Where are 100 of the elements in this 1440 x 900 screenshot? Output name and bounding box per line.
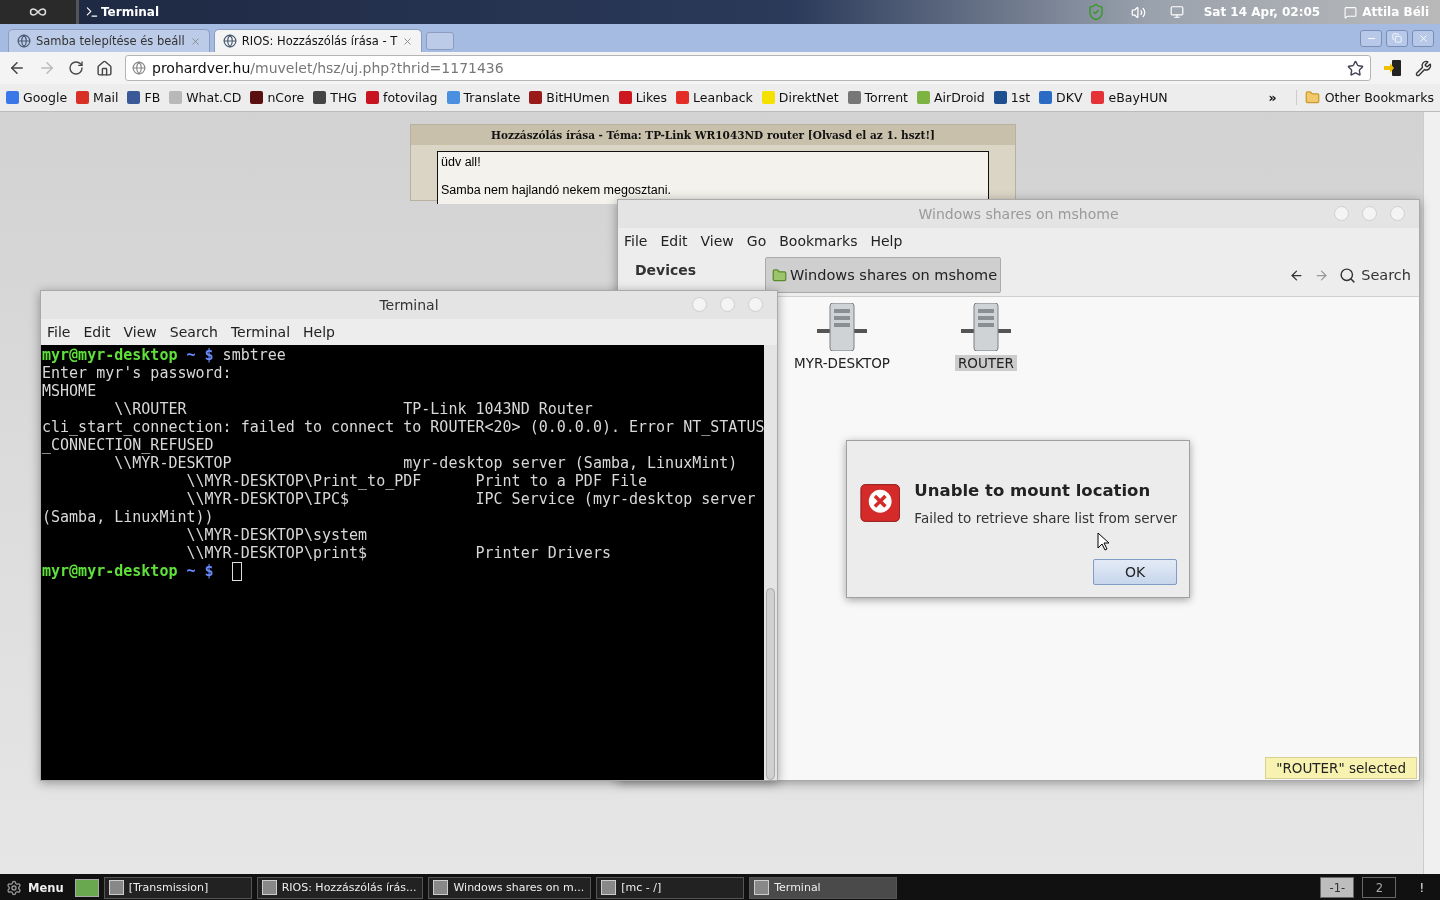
- menu-item[interactable]: Terminal: [230, 324, 291, 340]
- notice-icon[interactable]: !: [1419, 880, 1424, 895]
- star-icon[interactable]: [1347, 59, 1364, 77]
- address-bar[interactable]: prohardver.hu/muvelet/hsz/uj.php?thrid=1171436: [125, 55, 1371, 81]
- window-button[interactable]: [1362, 206, 1377, 221]
- bookmark[interactable]: BitHUmen: [529, 90, 610, 105]
- globe-icon: [222, 34, 237, 48]
- server-icon: [816, 303, 867, 351]
- terminal-line: (Samba, LinuxMint)): [42, 508, 215, 526]
- browser-tab[interactable]: Samba telepítése és beáll: [8, 29, 210, 52]
- active-app: Terminal: [101, 5, 160, 19]
- menu-item[interactable]: Help: [303, 324, 335, 340]
- bookmark[interactable]: What.CD: [169, 90, 242, 105]
- close-icon: [1417, 32, 1429, 44]
- bookmark[interactable]: DirektNet: [761, 90, 839, 105]
- menu-item[interactable]: Edit: [83, 324, 111, 340]
- folder-icon: [1304, 90, 1320, 105]
- restore-icon: [1392, 33, 1402, 43]
- wrench-icon[interactable]: [1415, 59, 1432, 77]
- taskbar-button[interactable]: Terminal: [749, 876, 898, 899]
- back-icon[interactable]: [8, 59, 26, 77]
- window-title: Terminal: [379, 297, 439, 313]
- new-tab-button[interactable]: [426, 32, 455, 50]
- minimize-button[interactable]: [1360, 29, 1382, 47]
- bookmark[interactable]: Translate: [446, 90, 521, 105]
- window-icon: [601, 880, 617, 895]
- share-label[interactable]: MYR-DESKTOP: [791, 355, 893, 371]
- window-button[interactable]: [1390, 206, 1405, 221]
- restore-button[interactable]: [1386, 29, 1408, 47]
- bookmark[interactable]: Mail: [76, 90, 119, 105]
- window-icon: [108, 880, 124, 895]
- location-button[interactable]: Windows shares on mshome: [765, 257, 1002, 293]
- menu-item[interactable]: View: [700, 233, 734, 249]
- bookmark[interactable]: nCore: [250, 90, 305, 105]
- menu-item[interactable]: Help: [870, 233, 903, 249]
- bookmark[interactable]: Torrent: [847, 90, 908, 105]
- taskbar-button[interactable]: RIOS: Hozzászólás írás...: [256, 876, 424, 899]
- reload-icon[interactable]: [68, 60, 84, 76]
- volume-icon[interactable]: [1130, 4, 1146, 20]
- terminal-line: \\MYR-DESKTOP\system: [185, 526, 369, 544]
- close-button[interactable]: [1412, 29, 1434, 47]
- taskbar-button[interactable]: Windows shares on m...: [428, 876, 592, 899]
- window-icon: [433, 880, 449, 895]
- error-icon: [860, 481, 901, 525]
- close-icon[interactable]: [189, 35, 201, 47]
- globe-icon: [132, 61, 146, 75]
- forward-icon[interactable]: [1314, 267, 1330, 283]
- window-button[interactable]: [720, 297, 735, 312]
- phone-icon[interactable]: [1383, 58, 1403, 78]
- gear-icon: [6, 879, 22, 896]
- terminal-line: _CONNECTION_REFUSED: [42, 436, 215, 454]
- share-label[interactable]: ROUTER: [954, 355, 1017, 371]
- more-bookmarks[interactable]: »: [1268, 90, 1277, 105]
- shield-icon[interactable]: [1086, 3, 1105, 21]
- server-icon: [960, 303, 1011, 351]
- window-title: Windows shares on mshome: [918, 206, 1119, 222]
- other-bookmarks[interactable]: Other Bookmarks: [1295, 90, 1434, 105]
- forward-icon[interactable]: [38, 59, 56, 77]
- bookmark[interactable]: THG: [313, 90, 357, 105]
- menu-item[interactable]: File: [624, 233, 648, 249]
- message-icon[interactable]: [1344, 5, 1358, 19]
- bookmark[interactable]: FB: [127, 90, 161, 105]
- ok-button[interactable]: OK: [1093, 559, 1177, 585]
- workspace-button[interactable]: -1-: [1320, 877, 1355, 898]
- bookmark[interactable]: DKV: [1039, 90, 1083, 105]
- terminal-icon: [85, 5, 99, 19]
- menu-item[interactable]: Go: [746, 233, 767, 249]
- taskbar-button[interactable]: [Transmission]: [103, 876, 252, 899]
- scrollbar-thumb[interactable]: [766, 588, 775, 780]
- terminal-line: \\MYR-DESKTOP\Print_to_PDF Print to a PDF File: [185, 472, 649, 490]
- window-button[interactable]: [692, 297, 707, 312]
- terminal-line: \\ROUTER TP-Link 1043ND Router: [113, 400, 594, 418]
- message-field[interactable]: üdv all! Samba nem hajlandó nekem megosztani.: [437, 151, 989, 204]
- menu-item[interactable]: Search: [169, 324, 218, 340]
- menu-item[interactable]: View: [123, 324, 157, 340]
- window-button[interactable]: [748, 297, 763, 312]
- home-icon[interactable]: [96, 59, 113, 77]
- menu-item[interactable]: File: [47, 324, 71, 340]
- menu-item[interactable]: Edit: [660, 233, 688, 249]
- cursor-icon: [1097, 532, 1110, 551]
- scrollbar[interactable]: [1423, 112, 1440, 874]
- bookmark[interactable]: eBayHUN: [1091, 90, 1168, 105]
- desktop-icon[interactable]: [74, 878, 99, 897]
- bookmark[interactable]: 1st: [993, 90, 1031, 105]
- taskbar-button[interactable]: [mc - /]: [596, 876, 745, 899]
- bookmark[interactable]: Google: [6, 90, 68, 105]
- search-button[interactable]: Search: [1339, 266, 1411, 284]
- window-button[interactable]: [1334, 206, 1349, 221]
- bookmark[interactable]: fotovilag: [366, 90, 438, 105]
- menu-button[interactable]: Menu: [6, 879, 64, 896]
- menu-item[interactable]: Bookmarks: [779, 233, 858, 249]
- search-icon: [1339, 266, 1357, 284]
- bookmark[interactable]: AirDroid: [917, 90, 985, 105]
- close-icon[interactable]: [402, 35, 414, 47]
- window-icon: [754, 880, 770, 895]
- workspace-button[interactable]: 2: [1362, 877, 1397, 898]
- bookmark[interactable]: Leanback: [676, 90, 753, 105]
- back-icon[interactable]: [1289, 267, 1305, 283]
- browser-tab[interactable]: RIOS: Hozzászólás írása - T: [213, 29, 423, 52]
- bookmark[interactable]: Likes: [618, 90, 668, 105]
